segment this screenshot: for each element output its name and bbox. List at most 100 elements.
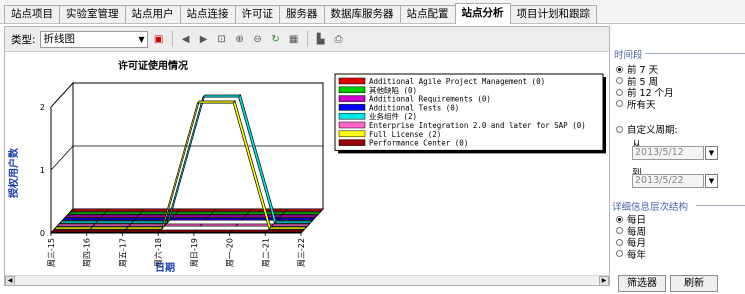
- detail-group-title: 详细信息层次结构: [612, 199, 691, 213]
- series-segment-2-3: [171, 214, 212, 218]
- series-segment-7-4: [193, 229, 234, 233]
- radio-dot: [616, 227, 623, 234]
- tab-9[interactable]: 项目计划和跟踪: [509, 5, 597, 23]
- series-segment-5-2: [127, 223, 168, 227]
- refresh-button[interactable]: 刷新: [670, 275, 718, 292]
- legend-swatch: [338, 121, 366, 129]
- tab-bar: 站点项目 实验室管理 站点用户 站点连接 许可证 服务器 数据库服务器 站点配置 站点分析 项目计…: [0, 0, 745, 24]
- legend-swatch: [338, 86, 366, 94]
- series-segment-6-1: [89, 226, 129, 230]
- x-axis-label: 日期: [155, 261, 175, 274]
- legend-swatch: [338, 104, 366, 111]
- series-segment-3-4: [204, 217, 245, 221]
- series-segment-3-1: [97, 217, 137, 221]
- x-tick-label: 周一-20: [226, 238, 235, 267]
- period-group-title: 时间段: [614, 47, 645, 61]
- next-icon[interactable]: ▶: [197, 32, 211, 46]
- grid-icon[interactable]: ▦: [287, 32, 301, 46]
- filter-sidebar: 时间段 前 7 天前 5 周前 12 个月所有天 自定义周期: 从 2013/5…: [612, 26, 745, 294]
- scroll-left-icon[interactable]: ◀: [5, 276, 15, 286]
- x-tick-label: 周五-17: [118, 238, 127, 267]
- to-date-field[interactable]: 2013/5/22: [632, 174, 704, 188]
- series-segment-6-0: [53, 226, 94, 230]
- legend-label: 业务组件 (2): [369, 111, 417, 121]
- to-date-dropdown-icon[interactable]: ▼: [705, 174, 718, 188]
- series-segment-0-5: [248, 208, 289, 212]
- legend-label: Additional Agile Project Management (0): [369, 77, 545, 86]
- radio-period-3[interactable]: 所有天: [616, 97, 656, 111]
- radio-custom-period[interactable]: 自定义周期:: [616, 122, 678, 136]
- series-segment-2-4: [207, 214, 247, 218]
- series-segment-5-3: [163, 223, 203, 227]
- series-segment-4-0: [59, 220, 99, 224]
- radio-dot: [616, 100, 623, 107]
- series-segment-5-4: [199, 223, 239, 227]
- legend-swatch: [338, 95, 366, 102]
- print-icon[interactable]: ⎙: [332, 32, 346, 46]
- series-segment-5-0: [56, 223, 96, 227]
- legend-swatch: [338, 112, 366, 120]
- series-segment-6-2: [125, 226, 165, 230]
- legend-label: Performance Center (0): [369, 139, 468, 148]
- chart-type-select[interactable]: 折线图 ▼: [39, 30, 148, 48]
- series-segment-0-2: [141, 208, 181, 212]
- tab-7[interactable]: 站点配置: [399, 5, 456, 23]
- radio-detail-3[interactable]: 每年: [616, 247, 646, 261]
- from-date-field[interactable]: 2013/5/12: [632, 146, 704, 160]
- legend-label: Additional Tests (0): [369, 103, 459, 112]
- series-segment-3-6: [276, 217, 316, 221]
- radio-dot: [616, 250, 623, 257]
- chart-type-value: 折线图: [43, 32, 76, 45]
- tab-4[interactable]: 许可证: [234, 5, 280, 23]
- radio-dot: [616, 125, 623, 133]
- x-tick-label: 周四-16: [83, 238, 92, 267]
- chart-type-icon[interactable]: ▙: [314, 32, 328, 46]
- radio-dot: [616, 77, 623, 84]
- type-label: 类型:: [11, 33, 36, 46]
- filter-button[interactable]: 筛选器: [618, 275, 666, 292]
- series-segment-7-6: [265, 229, 305, 233]
- tab-6[interactable]: 数据库服务器: [323, 5, 401, 23]
- series-segment-6-6: [268, 226, 308, 230]
- series-segment-6-4: [196, 100, 236, 104]
- tab-8[interactable]: 站点分析: [454, 3, 511, 24]
- series-segment-7-1: [86, 229, 126, 233]
- zoom-fit-icon[interactable]: ⊡: [215, 32, 229, 46]
- scroll-right-icon[interactable]: ▶: [599, 276, 609, 286]
- chevron-down-icon: ▼: [138, 34, 145, 44]
- refresh-icon[interactable]: ↻: [269, 32, 283, 46]
- from-date-dropdown-icon[interactable]: ▼: [705, 146, 718, 160]
- series-segment-4-6: [273, 220, 313, 224]
- tab-1[interactable]: 实验室管理: [59, 5, 126, 23]
- prev-icon[interactable]: ◀: [179, 32, 193, 46]
- y-tick-label: 0: [40, 229, 45, 238]
- legend-swatch: [338, 130, 366, 138]
- zoom-in-icon[interactable]: ⊕: [233, 32, 247, 46]
- legend-label: Additional Requirements (0): [369, 95, 491, 104]
- series-segment-1-1: [103, 211, 143, 215]
- chart-toolbar: 类型: 折线图 ▼ ▣ ◀ ▶ ⊡ ⊕ ⊖ ↻ ▦ ▙ ⎙: [5, 27, 609, 52]
- series-segment-1-6: [281, 211, 322, 215]
- horizontal-scrollbar[interactable]: ◀ ▶: [5, 275, 609, 286]
- y-tick-label: 1: [40, 166, 45, 175]
- series-segment-7-0: [51, 229, 91, 233]
- tab-3[interactable]: 站点连接: [179, 5, 236, 23]
- series-segment-5-6: [270, 223, 311, 227]
- zoom-out-icon[interactable]: ⊖: [251, 32, 265, 46]
- tab-5[interactable]: 服务器: [279, 5, 325, 23]
- series-segment-2-0: [64, 214, 105, 218]
- series-segment-1-3: [174, 211, 214, 215]
- line-chart: 012周三-15 周四-16 周五-17 周六-18 周日-19 周一-20 周二-21 周三…: [7, 59, 606, 274]
- y-tick-label: 2: [40, 103, 45, 112]
- series-segment-2-1: [100, 214, 140, 218]
- radio-label: 自定义周期:: [627, 125, 678, 136]
- series-segment-0-4: [213, 208, 253, 212]
- tab-0[interactable]: 站点项目: [4, 5, 60, 23]
- series-segment-7-5: [229, 229, 269, 233]
- chart-settings-icon[interactable]: ▣: [152, 32, 166, 46]
- toolbar-separator: [171, 31, 173, 47]
- series-segment-1-4: [210, 211, 250, 215]
- series-segment-4-1: [94, 220, 135, 224]
- series-segment-7-2: [122, 229, 162, 233]
- tab-2[interactable]: 站点用户: [124, 5, 181, 23]
